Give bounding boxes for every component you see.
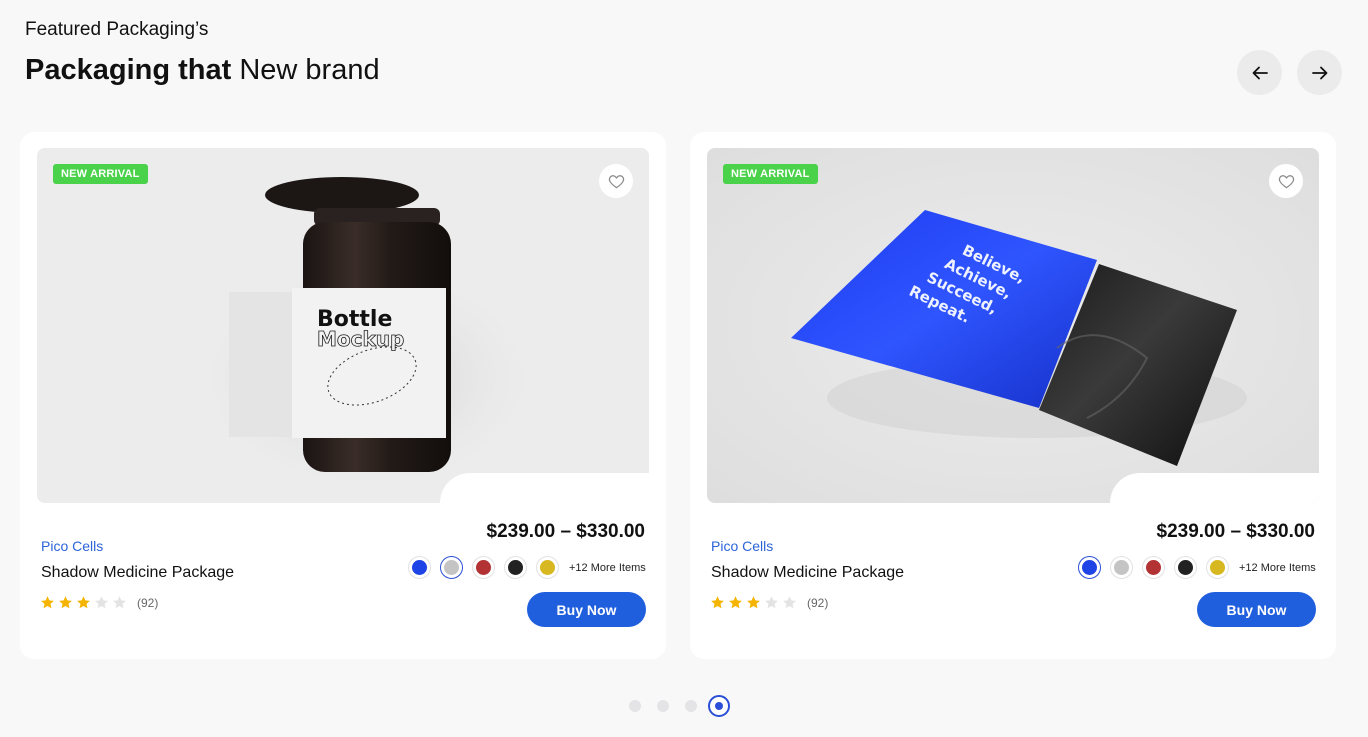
color-swatch-yellow[interactable] bbox=[1206, 556, 1229, 579]
pagination-dot-4-active[interactable] bbox=[708, 695, 730, 717]
pouch-mockup-image: Believe, Achieve, Succeed, Repeat. bbox=[707, 148, 1319, 503]
new-arrival-badge: NEW ARRIVAL bbox=[53, 164, 148, 184]
star-empty-icon bbox=[113, 596, 126, 609]
new-arrival-badge: NEW ARRIVAL bbox=[723, 164, 818, 184]
star-filled-icon bbox=[41, 596, 54, 609]
heading-bold: Packaging that bbox=[25, 54, 232, 86]
pagination-dot-3[interactable] bbox=[685, 700, 697, 712]
star-filled-icon bbox=[747, 596, 760, 609]
bottle-mockup-image: Bottle Mockup bbox=[37, 148, 649, 503]
star-empty-icon bbox=[95, 596, 108, 609]
star-empty-icon bbox=[765, 596, 778, 609]
star-filled-icon bbox=[729, 596, 742, 609]
section-eyebrow: Featured Packaging’s bbox=[25, 19, 209, 40]
color-swatch-gray[interactable] bbox=[440, 556, 463, 579]
image-notch bbox=[440, 473, 649, 503]
color-swatch-blue[interactable] bbox=[1078, 556, 1101, 579]
heart-icon bbox=[1278, 174, 1294, 188]
color-swatches: +12 More Items bbox=[408, 556, 646, 579]
product-title[interactable]: Shadow Medicine Package bbox=[711, 564, 904, 582]
product-image[interactable]: Bottle Mockup NEW ARRIVAL bbox=[37, 148, 649, 503]
wishlist-button[interactable] bbox=[1269, 164, 1303, 198]
product-card[interactable]: Believe, Achieve, Succeed, Repeat. NEW A… bbox=[690, 132, 1336, 659]
carousel-pagination bbox=[629, 695, 746, 717]
more-items-link[interactable]: +12 More Items bbox=[1239, 562, 1316, 574]
product-image[interactable]: Believe, Achieve, Succeed, Repeat. NEW A… bbox=[707, 148, 1319, 503]
heart-icon bbox=[608, 174, 624, 188]
review-count: (92) bbox=[807, 595, 829, 610]
product-card[interactable]: Bottle Mockup NEW ARRIVAL $239.00 – $330… bbox=[20, 132, 666, 659]
review-count: (92) bbox=[137, 595, 159, 610]
color-swatch-black[interactable] bbox=[1174, 556, 1197, 579]
product-rating: (92) bbox=[710, 595, 828, 610]
product-brand-link[interactable]: Pico Cells bbox=[41, 538, 103, 554]
buy-now-button[interactable]: Buy Now bbox=[1197, 592, 1316, 627]
star-empty-icon bbox=[783, 596, 796, 609]
color-swatch-black[interactable] bbox=[504, 556, 527, 579]
star-filled-icon bbox=[711, 596, 724, 609]
star-filled-icon bbox=[59, 596, 72, 609]
product-rating: (92) bbox=[40, 595, 158, 610]
color-swatch-yellow[interactable] bbox=[536, 556, 559, 579]
color-swatch-gray[interactable] bbox=[1110, 556, 1133, 579]
pagination-dot-2[interactable] bbox=[657, 700, 669, 712]
color-swatches: +12 More Items bbox=[1078, 556, 1316, 579]
section-heading: Packaging that New brand bbox=[25, 54, 380, 87]
product-price: $239.00 – $330.00 bbox=[486, 521, 646, 542]
product-brand-link[interactable]: Pico Cells bbox=[711, 538, 773, 554]
wishlist-button[interactable] bbox=[599, 164, 633, 198]
buy-now-button[interactable]: Buy Now bbox=[527, 592, 646, 627]
more-items-link[interactable]: +12 More Items bbox=[569, 562, 646, 574]
heading-light: New brand bbox=[239, 54, 380, 86]
product-title[interactable]: Shadow Medicine Package bbox=[41, 564, 234, 582]
color-swatch-red[interactable] bbox=[472, 556, 495, 579]
star-filled-icon bbox=[77, 596, 90, 609]
arrow-right-icon bbox=[1311, 66, 1327, 79]
pagination-dot-1[interactable] bbox=[629, 700, 641, 712]
color-swatch-red[interactable] bbox=[1142, 556, 1165, 579]
carousel-next-button[interactable] bbox=[1297, 50, 1342, 95]
carousel-prev-button[interactable] bbox=[1237, 50, 1282, 95]
color-swatch-blue[interactable] bbox=[408, 556, 431, 579]
product-price: $239.00 – $330.00 bbox=[1156, 521, 1316, 542]
image-notch bbox=[1110, 473, 1319, 503]
arrow-left-icon bbox=[1252, 66, 1268, 79]
